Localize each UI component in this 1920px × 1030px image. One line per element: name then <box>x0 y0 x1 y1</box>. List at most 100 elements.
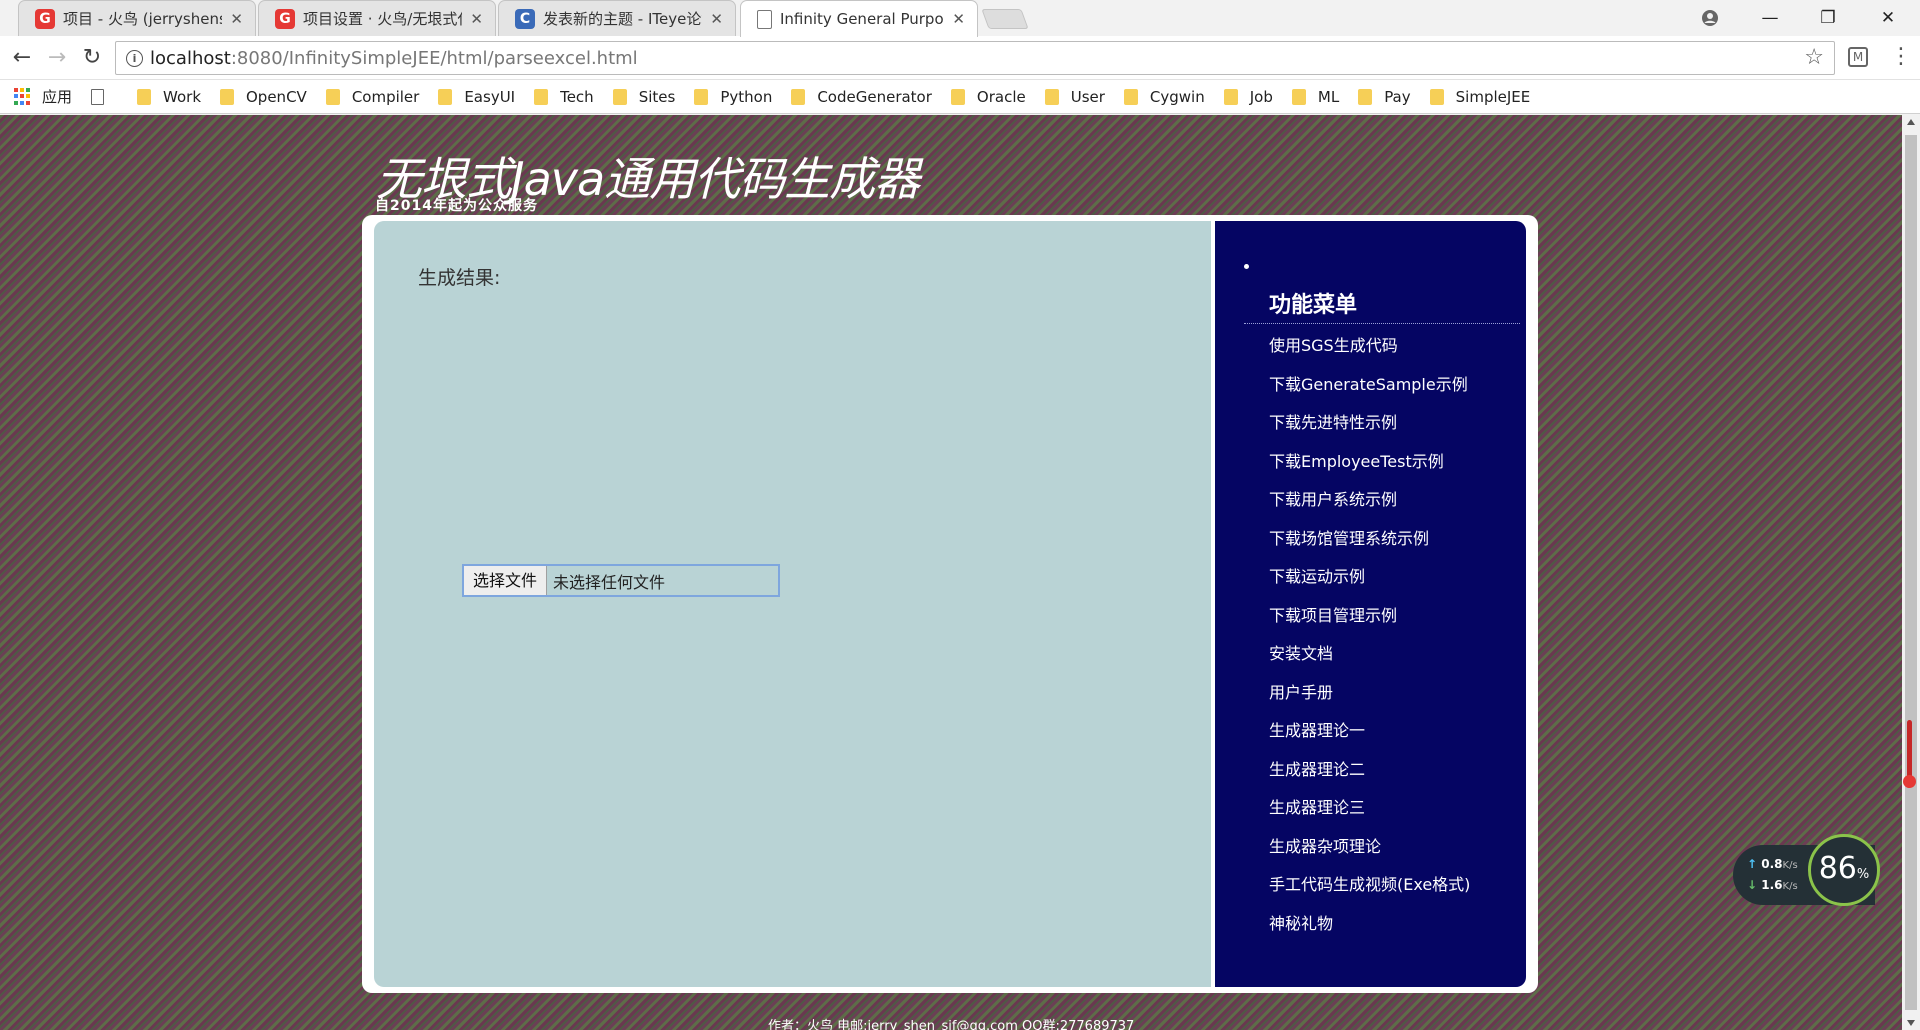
gitee-icon: G <box>275 8 295 29</box>
choose-file-button[interactable]: 选择文件 <box>464 566 548 595</box>
url-text[interactable]: localhost:8080/InfinitySimpleJEE/html/pa… <box>150 48 638 69</box>
function-menu-panel: 功能菜单 使用SGS生成代码 下载GenerateSample示例 下载先进特性… <box>1215 221 1526 987</box>
scroll-down-arrow-icon[interactable] <box>1907 1020 1915 1026</box>
back-arrow-icon[interactable]: ← <box>8 44 36 72</box>
bookmark-folder[interactable]: Oracle <box>950 87 1026 106</box>
url-host: localhost <box>150 48 231 69</box>
restore-button[interactable]: ❐ <box>1800 0 1856 36</box>
folder-icon <box>1291 88 1306 105</box>
more-menu-icon[interactable]: ⋮ <box>1890 44 1912 69</box>
menu-item-theory-2[interactable]: 生成器理论二 <box>1269 758 1470 797</box>
bookmark-label: Oracle <box>976 87 1026 106</box>
folder-icon <box>137 88 152 105</box>
menu-item-install-docs[interactable]: 安装文档 <box>1269 642 1470 681</box>
bookmark-folder[interactable]: SimpleJEE <box>1429 87 1531 106</box>
address-bar[interactable]: i localhost:8080/InfinitySimpleJEE/html/… <box>115 41 1835 75</box>
bookmark-star-icon[interactable]: ☆ <box>1804 45 1824 70</box>
bookmark-folder[interactable]: Tech <box>534 88 594 106</box>
bookmark-label: User <box>1070 87 1105 106</box>
forward-arrow-icon[interactable]: → <box>43 44 71 72</box>
extension-icon[interactable]: M <box>1848 47 1868 67</box>
bookmark-folder[interactable]: OpenCV <box>220 88 307 106</box>
bookmark-label: Tech <box>560 87 594 106</box>
close-icon[interactable]: ✕ <box>952 10 965 28</box>
page-icon <box>91 88 105 105</box>
new-tab-button[interactable] <box>981 9 1029 29</box>
scroll-up-arrow-icon[interactable] <box>1907 119 1915 125</box>
bookmark-folder[interactable]: Sites <box>612 87 676 106</box>
bookmark-folder[interactable]: Job <box>1223 88 1273 106</box>
cpu-unit: % <box>1856 867 1870 882</box>
menu-item-mystery-gift[interactable]: 神秘礼物 <box>1269 912 1470 951</box>
site-subtitle: 自2014年起为公众服务 <box>375 198 538 214</box>
menu-item-user-system[interactable]: 下载用户系统示例 <box>1269 488 1470 527</box>
menu-item-project-management[interactable]: 下载项目管理示例 <box>1269 604 1470 643</box>
close-icon[interactable]: ✕ <box>710 10 723 28</box>
close-icon[interactable]: ✕ <box>470 10 483 28</box>
bookmark-label: OpenCV <box>246 87 307 106</box>
menu-title: 功能菜单 <box>1269 293 1358 318</box>
browser-tab-3[interactable]: C 发表新的主题 - ITeye论坛 ✕ <box>498 0 736 36</box>
menu-item-venue-system[interactable]: 下载场馆管理系统示例 <box>1269 527 1470 566</box>
close-icon[interactable]: ✕ <box>230 10 243 28</box>
menu-item-sports[interactable]: 下载运动示例 <box>1269 565 1470 604</box>
download-value: 1.6 <box>1761 878 1783 892</box>
close-window-button[interactable]: ✕ <box>1860 0 1916 36</box>
bookmark-label: ML <box>1317 87 1340 106</box>
bookmark-folder[interactable]: Pay <box>1358 87 1411 106</box>
menu-list: 使用SGS生成代码 下载GenerateSample示例 下载先进特性示例 下载… <box>1269 334 1470 950</box>
bookmark-folder[interactable]: Compiler <box>325 88 419 106</box>
cpu-usage-gauge[interactable]: 86% <box>1808 834 1880 906</box>
apps-grid-icon <box>14 87 32 106</box>
content-panel: 生成结果: 选择文件 未选择任何文件 <box>374 221 1211 987</box>
bookmark-apps[interactable]: 应用 <box>14 86 72 107</box>
menu-item-theory-1[interactable]: 生成器理论一 <box>1269 719 1470 758</box>
bookmark-folder[interactable]: EasyUI <box>438 88 515 106</box>
profile-icon[interactable] <box>1682 0 1738 36</box>
page-scrollbar[interactable] <box>1902 115 1920 1030</box>
menu-item-generatesample[interactable]: 下载GenerateSample示例 <box>1269 373 1470 412</box>
download-unit: K/s <box>1782 881 1798 892</box>
bookmark-folder[interactable]: User <box>1044 87 1105 106</box>
tab-strip: G 项目 - 火鸟 (jerryshensj ✕ G 项目设置 · 火鸟/无垠式… <box>0 0 1920 37</box>
upload-speed: ↑ 0.8K/s <box>1747 857 1798 871</box>
folder-icon <box>1044 88 1059 105</box>
browser-tab-1[interactable]: G 项目 - 火鸟 (jerryshensj ✕ <box>18 0 256 36</box>
folder-icon <box>1123 88 1138 105</box>
menu-item-sgs-generate[interactable]: 使用SGS生成代码 <box>1269 334 1470 373</box>
browser-toolbar: ← → ↻ i localhost:8080/InfinitySimpleJEE… <box>0 36 1920 80</box>
bookmark-label: Pay <box>1384 87 1411 106</box>
file-input[interactable]: 选择文件 未选择任何文件 <box>462 564 780 597</box>
bookmark-page[interactable] <box>91 88 118 105</box>
folder-icon <box>791 88 806 105</box>
bookmark-folder[interactable]: CodeGenerator <box>791 88 932 106</box>
menu-item-video[interactable]: 手工代码生成视频(Exe格式) <box>1269 873 1470 912</box>
browser-tab-2[interactable]: G 项目设置 · 火鸟/无垠式代 ✕ <box>258 0 496 36</box>
scrollbar-thumb[interactable] <box>1905 135 1917 1010</box>
browser-tab-active[interactable]: Infinity General Purpos ✕ <box>740 0 978 37</box>
tab-title: Infinity General Purpos <box>780 10 945 28</box>
tab-title: 项目设置 · 火鸟/无垠式代 <box>303 10 463 28</box>
upload-value: 0.8 <box>1761 857 1783 871</box>
folder-icon <box>950 88 965 105</box>
minimize-button[interactable]: — <box>1742 0 1798 36</box>
bookmark-label: Sites <box>638 87 676 106</box>
main-frame: 生成结果: 选择文件 未选择任何文件 功能菜单 使用SGS生成代码 下载Gene… <box>362 215 1538 993</box>
info-icon[interactable]: i <box>126 50 143 67</box>
download-speed: ↓ 1.6K/s <box>1747 878 1798 892</box>
menu-item-theory-3[interactable]: 生成器理论三 <box>1269 796 1470 835</box>
menu-item-employeetest[interactable]: 下载EmployeeTest示例 <box>1269 450 1470 489</box>
menu-item-advanced-features[interactable]: 下载先进特性示例 <box>1269 411 1470 450</box>
reload-icon[interactable]: ↻ <box>78 44 106 72</box>
bookmark-label: Cygwin <box>1149 87 1205 106</box>
bookmark-label: SimpleJEE <box>1455 87 1531 106</box>
upload-arrow-icon: ↑ <box>1747 857 1758 871</box>
bookmark-folder[interactable]: Work <box>137 88 201 106</box>
bookmark-folder[interactable]: Cygwin <box>1123 87 1205 106</box>
bookmark-folder[interactable]: ML <box>1291 87 1340 106</box>
bullet-icon <box>1244 264 1249 269</box>
menu-item-misc-theory[interactable]: 生成器杂项理论 <box>1269 835 1470 874</box>
folder-icon <box>325 88 340 105</box>
menu-item-user-manual[interactable]: 用户手册 <box>1269 681 1470 720</box>
bookmark-folder[interactable]: Python <box>694 88 772 106</box>
